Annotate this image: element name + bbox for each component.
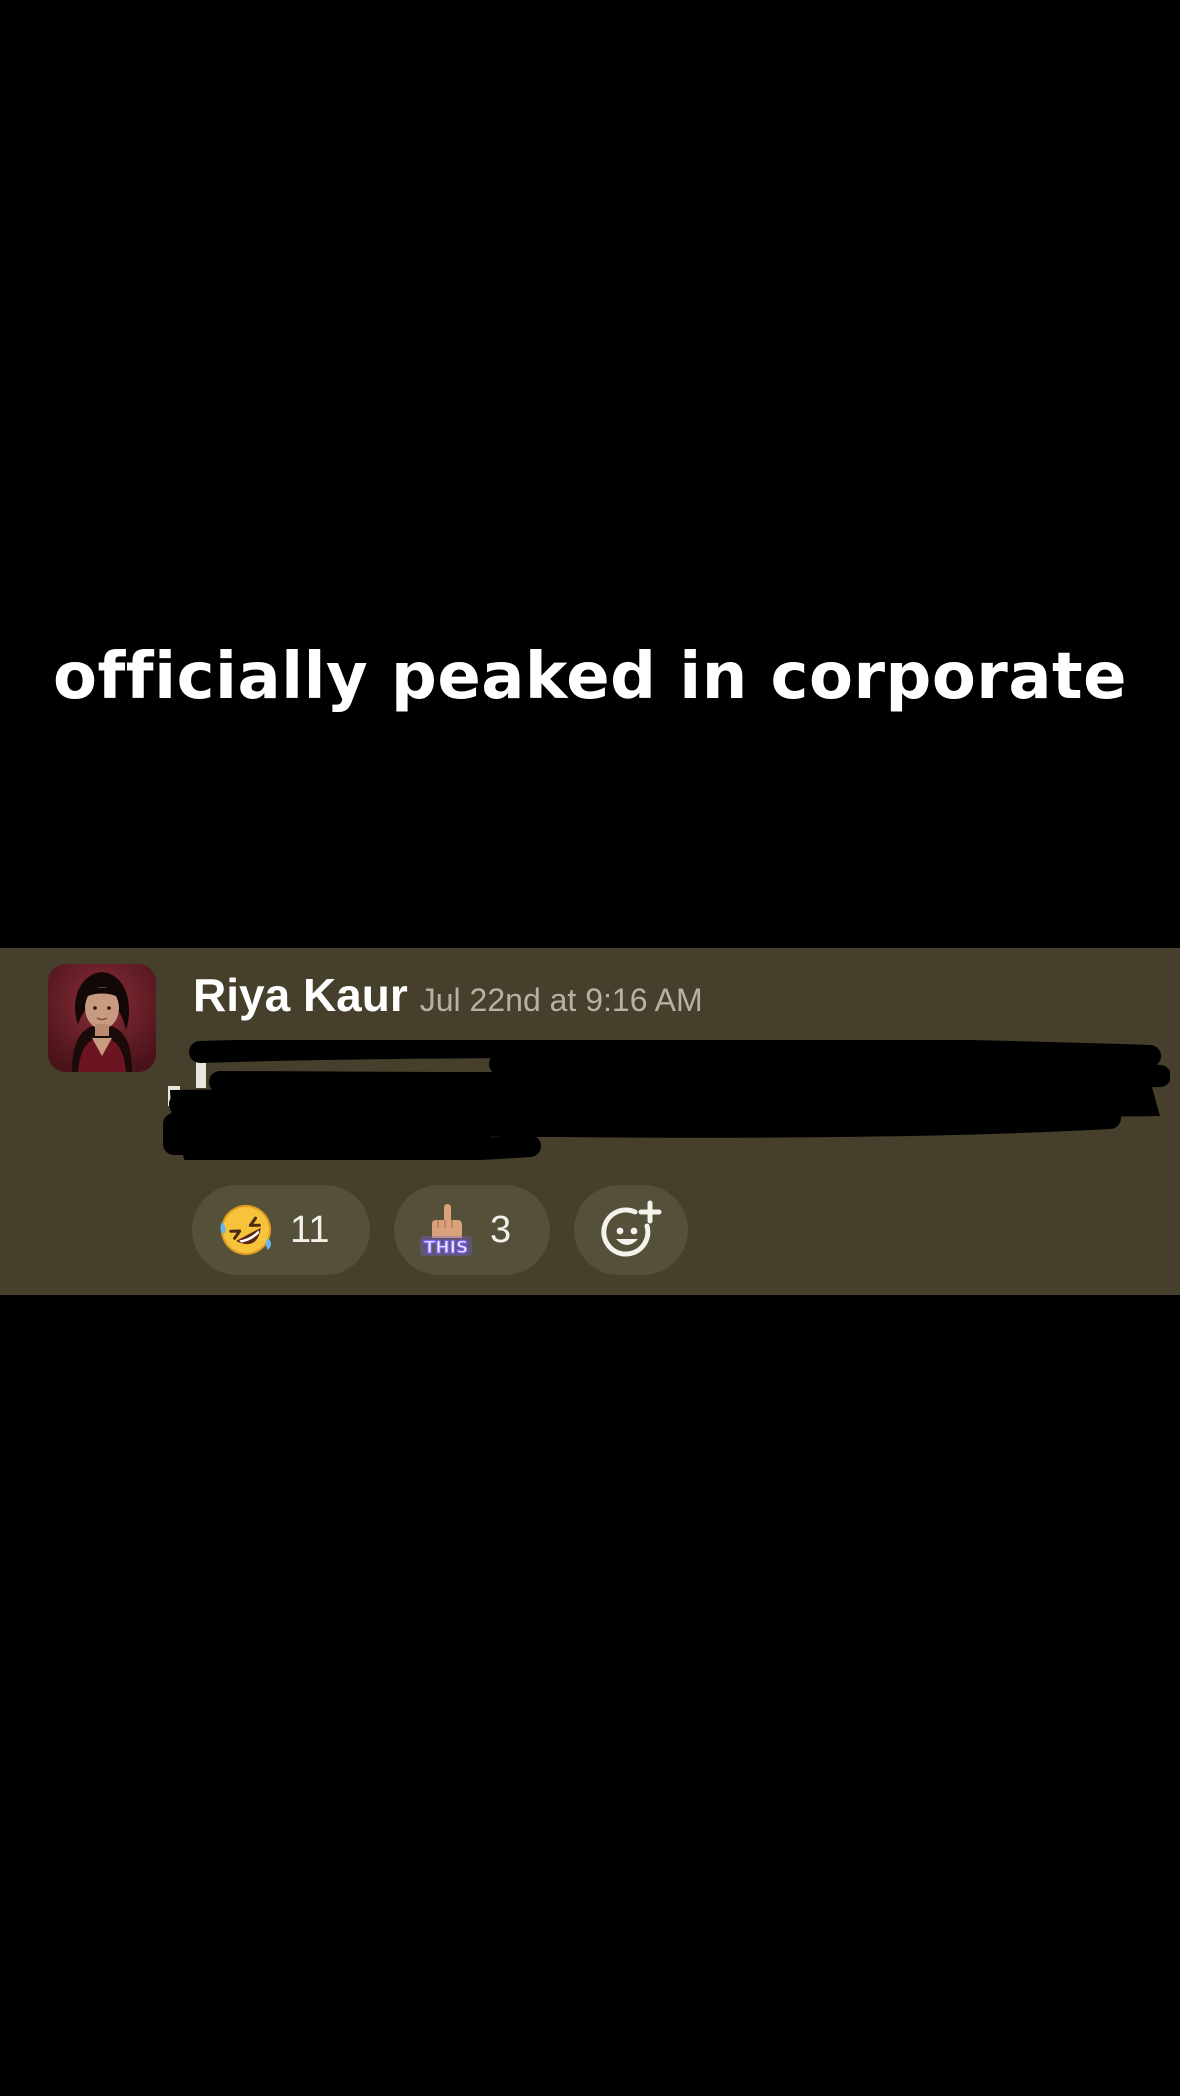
message-header: Riya Kaur Jul 22nd at 9:16 AM: [193, 968, 703, 1022]
author-name[interactable]: Riya Kaur: [193, 968, 408, 1022]
reaction-bar: 11 THIS 3: [192, 1185, 712, 1275]
this-pointing-up-emoji-icon: THIS: [420, 1204, 472, 1258]
svg-text:THIS: THIS: [424, 1238, 468, 1258]
profile-photo-icon: [48, 964, 156, 1072]
reaction-this[interactable]: THIS 3: [394, 1185, 550, 1275]
redaction-scribble: [163, 1040, 1170, 1160]
message-timestamp[interactable]: Jul 22nd at 9:16 AM: [420, 982, 703, 1019]
reaction-laughing[interactable]: 11: [192, 1185, 370, 1275]
redacted-message-body: [160, 1040, 1170, 1160]
avatar[interactable]: [48, 964, 156, 1072]
chat-message: Riya Kaur Jul 22nd at 9:16 AM 11 THIS 3: [0, 948, 1180, 1295]
rolling-on-floor-laughing-emoji-icon: [220, 1205, 271, 1255]
add-reaction-icon: [601, 1200, 662, 1257]
video-caption: officially peaked in corporate: [52, 640, 1128, 714]
reaction-count: 11: [290, 1208, 330, 1251]
reaction-count: 3: [490, 1208, 512, 1251]
add-reaction-button[interactable]: [574, 1185, 688, 1275]
